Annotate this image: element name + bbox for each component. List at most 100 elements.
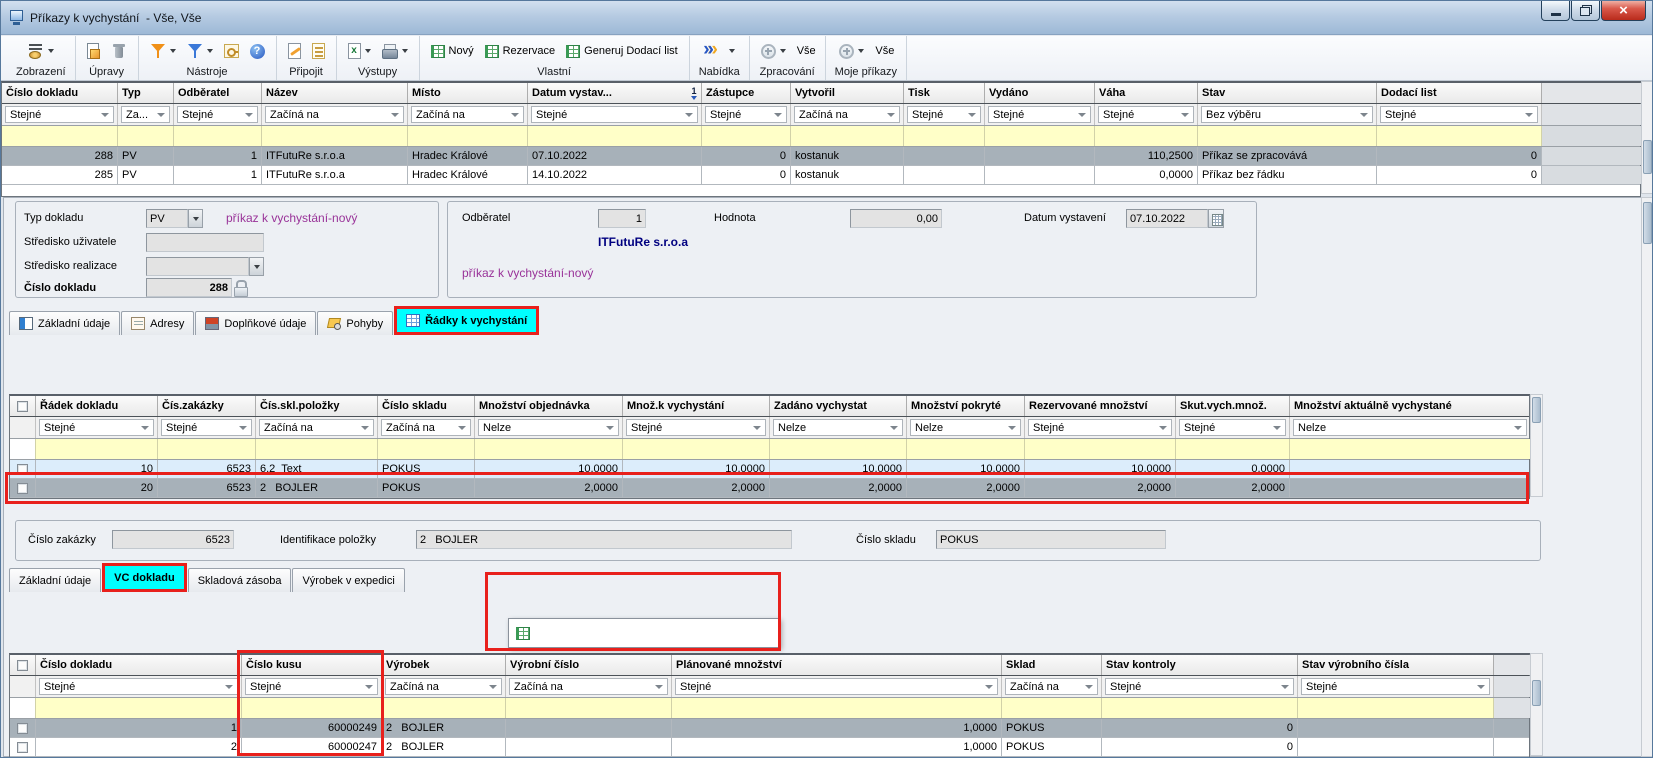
filter-input[interactable] — [1290, 439, 1531, 459]
view-button[interactable] — [26, 42, 56, 60]
filter-input[interactable] — [1025, 439, 1176, 459]
key-button[interactable] — [222, 43, 241, 59]
funnel-o-button[interactable] — [148, 42, 178, 60]
filter-input[interactable] — [256, 439, 378, 459]
filter-operator-select[interactable]: Stejné — [531, 106, 698, 123]
column-header[interactable]: Množství objednávka — [475, 396, 623, 416]
table-row[interactable]: 1065236.2 TextPOKUS10,000010,000010,0000… — [10, 460, 1529, 479]
column-header[interactable]: Tisk — [904, 83, 985, 103]
filter-operator-select[interactable]: Začíná na — [381, 419, 471, 436]
filter-operator-select[interactable]: Stejné — [907, 106, 981, 123]
filter-operator-select[interactable]: Nelze — [773, 419, 903, 436]
column-header[interactable]: Název — [262, 83, 408, 103]
column-header[interactable]: Zástupce — [702, 83, 791, 103]
column-header[interactable]: Výrobek — [382, 655, 506, 675]
column-header[interactable]: Odběratel — [174, 83, 262, 103]
filter-input[interactable] — [1095, 126, 1198, 146]
column-header[interactable]: Číslo dokladu — [36, 655, 242, 675]
filter-input[interactable] — [378, 439, 475, 459]
note-button[interactable] — [286, 42, 303, 60]
filter-operator-select[interactable]: Stejné — [1179, 419, 1286, 436]
table-row[interactable]: 1600002492 BOJLER1,0000POKUS0 — [10, 719, 1529, 738]
filter-operator-select[interactable]: Nelze — [478, 419, 619, 436]
filter-operator-select[interactable]: Začíná na — [1005, 678, 1098, 695]
table-row[interactable]: 285PV1ITFutuRe s.r.o.aHradec Králové14.1… — [2, 166, 1640, 185]
filter-input[interactable] — [262, 126, 408, 146]
filter-input[interactable] — [1176, 439, 1290, 459]
filter-input[interactable] — [118, 126, 174, 146]
tab-z-kladn-daje[interactable]: Základní údaje — [9, 311, 120, 335]
filter-operator-select[interactable]: Stejné — [1028, 419, 1172, 436]
filter-input[interactable] — [174, 126, 262, 146]
filter-operator-select[interactable]: Začíná na — [265, 106, 404, 123]
filter-input[interactable] — [907, 439, 1025, 459]
tab-skladov-z-soba[interactable]: Skladová zásoba — [188, 568, 292, 592]
filter-operator-select[interactable]: Bez výběru — [1201, 106, 1373, 123]
filter-operator-select[interactable]: Stejné — [177, 106, 258, 123]
table-row[interactable]: 2600002472 BOJLER1,0000POKUS0 — [10, 738, 1529, 757]
stredisko-realizace-field[interactable] — [146, 257, 249, 276]
filter-operator-select[interactable]: Stejné — [1380, 106, 1538, 123]
cislo-dokladu-field[interactable]: 288 — [146, 278, 232, 297]
filter-input[interactable] — [506, 698, 672, 718]
column-header[interactable]: Místo — [408, 83, 528, 103]
table-row[interactable]: 2065232 BOJLERPOKUS2,00002,00002,00002,0… — [10, 479, 1529, 498]
filter-operator-select[interactable]: Nelze — [1293, 419, 1527, 436]
filter-operator-select[interactable]: Stejné — [675, 678, 998, 695]
plusc-button[interactable] — [759, 43, 788, 60]
column-header[interactable]: Řádek dokladu — [36, 396, 158, 416]
filter-input[interactable] — [242, 698, 382, 718]
filter-operator-select[interactable]: Stejné — [39, 678, 238, 695]
typ-dokladu-dropdown-button[interactable] — [188, 209, 203, 228]
filter-input[interactable] — [382, 698, 506, 718]
filter-input[interactable] — [36, 439, 158, 459]
column-header[interactable]: Výrobní číslo — [506, 655, 672, 675]
tab--dky-k-vychyst-n-[interactable]: Řádky k vychystání — [394, 306, 539, 335]
scrollbar-thumb[interactable] — [1643, 202, 1652, 244]
filter-operator-select[interactable]: Začíná na — [411, 106, 524, 123]
doc-button[interactable] — [85, 42, 102, 60]
filter-operator-select[interactable]: Začíná na — [385, 678, 502, 695]
filter-operator-select[interactable]: Stejné — [161, 419, 252, 436]
excel-button[interactable] — [346, 42, 373, 60]
scrollbar-thumb[interactable] — [1643, 140, 1652, 174]
orders-scrollbar[interactable] — [1641, 81, 1653, 194]
select-all-checkbox[interactable] — [10, 655, 36, 675]
filter-input[interactable] — [2, 126, 118, 146]
column-header[interactable]: Čís.skl.položky — [256, 396, 378, 416]
filter-input[interactable] — [1002, 698, 1102, 718]
filter-operator-select[interactable]: Stejné — [1105, 678, 1294, 695]
stredisko-uzivatele-field[interactable] — [146, 233, 264, 252]
column-header[interactable]: Datum vystav...1 — [528, 83, 702, 103]
toolbar-button-generuj-dodac-list[interactable]: Generuj Dodací list — [564, 44, 680, 59]
filter-input[interactable] — [672, 698, 1002, 718]
list-button[interactable] — [310, 42, 327, 60]
tab-dopl-kov-daje[interactable]: Doplňkové údaje — [195, 311, 316, 335]
column-header[interactable]: Typ — [118, 83, 174, 103]
column-header[interactable]: Číslo kusu — [242, 655, 382, 675]
filter-operator-select[interactable]: Začíná na — [509, 678, 668, 695]
identifikace-polozky-field[interactable]: 2 BOJLER — [416, 530, 792, 549]
tab-pohyby[interactable]: Pohyby — [317, 311, 393, 335]
filter-operator-select[interactable]: Stejné — [39, 419, 154, 436]
stredisko-realizace-dropdown-button[interactable] — [249, 257, 264, 276]
filter-input[interactable] — [528, 126, 702, 146]
filter-input[interactable] — [158, 439, 256, 459]
filter-operator-select[interactable]: Za... — [121, 106, 170, 123]
filter-operator-select[interactable]: Stejné — [1301, 678, 1490, 695]
filter-operator-select[interactable]: Začíná na — [259, 419, 374, 436]
scrollbar-thumb[interactable] — [1532, 680, 1541, 706]
column-header[interactable]: Stav kontroly — [1102, 655, 1298, 675]
filter-input[interactable] — [36, 698, 242, 718]
row-checkbox[interactable] — [10, 738, 36, 756]
lines-scrollbar[interactable] — [1530, 394, 1543, 497]
column-header[interactable]: Rezervované množství — [1025, 396, 1176, 416]
filter-operator-select[interactable]: Stejné — [5, 106, 114, 123]
filter-operator-select[interactable]: Stejné — [705, 106, 787, 123]
filter-input[interactable] — [1198, 126, 1377, 146]
filter-input[interactable] — [770, 439, 907, 459]
column-header[interactable]: Množ.k vychystání — [623, 396, 770, 416]
column-header[interactable]: Číslo dokladu — [2, 83, 118, 103]
column-header[interactable]: Stav — [1198, 83, 1377, 103]
filter-operator-select[interactable]: Stejné — [988, 106, 1091, 123]
